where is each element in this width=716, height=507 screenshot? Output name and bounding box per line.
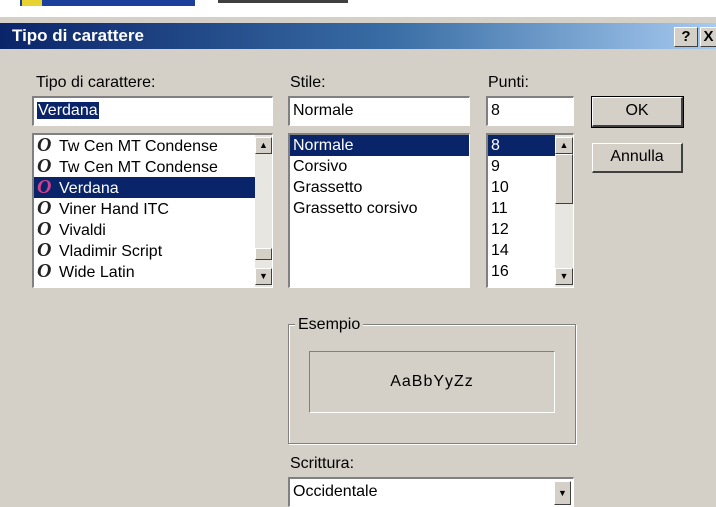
list-item[interactable]: Grassetto corsivo xyxy=(290,198,469,219)
list-item[interactable]: Corsivo xyxy=(290,156,469,177)
sample-label: Esempio xyxy=(295,316,364,334)
size-input[interactable]: 8 xyxy=(486,96,574,126)
list-item-label: Normale xyxy=(293,137,354,154)
ok-button[interactable]: OK xyxy=(591,96,684,128)
help-button[interactable]: ? xyxy=(674,27,698,47)
list-item[interactable]: O Vladimir Script xyxy=(34,240,272,261)
truetype-font-icon: O xyxy=(37,239,52,261)
font-list-scrollbar[interactable]: ▲ ▼ xyxy=(255,135,272,287)
scroll-thumb[interactable] xyxy=(555,154,573,204)
list-item-label: 16 xyxy=(491,263,509,280)
list-item-label: 12 xyxy=(491,221,509,238)
truetype-font-icon: O xyxy=(37,260,52,282)
list-item-label: Verdana xyxy=(59,180,119,197)
truetype-font-icon: O xyxy=(37,155,52,177)
size-list[interactable]: 8 9 10 11 12 14 16 ▲ ▼ xyxy=(486,133,574,288)
scroll-up-button[interactable]: ▲ xyxy=(255,137,272,154)
list-item-label: Vladimir Script xyxy=(59,243,163,260)
list-item[interactable]: O Tw Cen MT Condense xyxy=(34,156,272,177)
size-list-scrollbar[interactable]: ▲ ▼ xyxy=(555,135,573,287)
background-icon-fragment xyxy=(22,0,42,6)
script-label: Scrittura: xyxy=(290,455,355,472)
background-toolbar-fragment xyxy=(218,0,348,3)
list-item[interactable]: O Vivaldi xyxy=(34,219,272,240)
list-item-label: 9 xyxy=(491,158,500,175)
truetype-font-icon: O xyxy=(37,197,52,219)
script-value: Occidentale xyxy=(293,483,378,500)
list-item[interactable]: O Viner Hand ITC xyxy=(34,198,272,219)
title-bar[interactable]: Tipo di carattere ? X xyxy=(0,23,716,49)
list-item-label: Viner Hand ITC xyxy=(59,201,169,218)
font-list[interactable]: O Tw Cen MT Condense O Tw Cen MT Condense O V… xyxy=(32,133,273,288)
font-name-value: Verdana xyxy=(37,102,99,119)
list-item[interactable]: Grassetto xyxy=(290,177,469,198)
list-item-label: 14 xyxy=(491,242,509,259)
list-item[interactable]: O Verdana xyxy=(34,177,272,198)
truetype-font-icon: O xyxy=(37,134,52,156)
script-select[interactable]: Occidentale ▼ xyxy=(288,477,574,507)
size-label: Punti: xyxy=(488,74,529,91)
list-item[interactable]: O Tw Cen MT Condense xyxy=(34,135,272,156)
truetype-font-icon: O xyxy=(37,218,52,240)
list-item-label: Tw Cen MT Condense xyxy=(59,159,218,176)
style-label: Stile: xyxy=(290,74,326,91)
scroll-down-button[interactable]: ▼ xyxy=(255,268,272,285)
list-item-label: Corsivo xyxy=(293,158,348,175)
truetype-font-icon: O xyxy=(37,176,52,198)
list-item-label: Vivaldi xyxy=(59,222,106,239)
dialog-title: Tipo di carattere xyxy=(12,26,144,45)
scroll-thumb[interactable] xyxy=(255,248,272,260)
list-item-label: Tw Cen MT Condense xyxy=(59,138,218,155)
style-input[interactable]: Normale xyxy=(288,96,470,126)
close-button[interactable]: X xyxy=(700,27,716,47)
scroll-down-button[interactable]: ▼ xyxy=(555,268,573,285)
list-item-label: 10 xyxy=(491,179,509,196)
list-item-label: 11 xyxy=(491,200,508,217)
sample-preview: AaBbYyZz xyxy=(309,351,555,413)
background-window-strip xyxy=(0,0,716,17)
font-dialog: Tipo di carattere ? X Tipo di carattere:… xyxy=(0,17,716,507)
scroll-up-button[interactable]: ▲ xyxy=(555,137,573,154)
style-list[interactable]: Normale Corsivo Grassetto Grassetto corsivo xyxy=(288,133,470,288)
font-name-input[interactable]: Verdana xyxy=(32,96,273,126)
chevron-down-icon[interactable]: ▼ xyxy=(554,481,571,505)
list-item[interactable]: Normale xyxy=(290,135,469,156)
list-item-label: Grassetto xyxy=(293,179,363,196)
font-label: Tipo di carattere: xyxy=(36,74,156,91)
list-item[interactable]: O Wide Latin xyxy=(34,261,272,282)
list-item-label: Grassetto corsivo xyxy=(293,200,418,217)
list-item-label: Wide Latin xyxy=(59,264,135,281)
background-titlebar-fragment xyxy=(20,0,195,6)
cancel-button[interactable]: Annulla xyxy=(592,143,683,173)
list-item-label: 8 xyxy=(491,137,500,154)
